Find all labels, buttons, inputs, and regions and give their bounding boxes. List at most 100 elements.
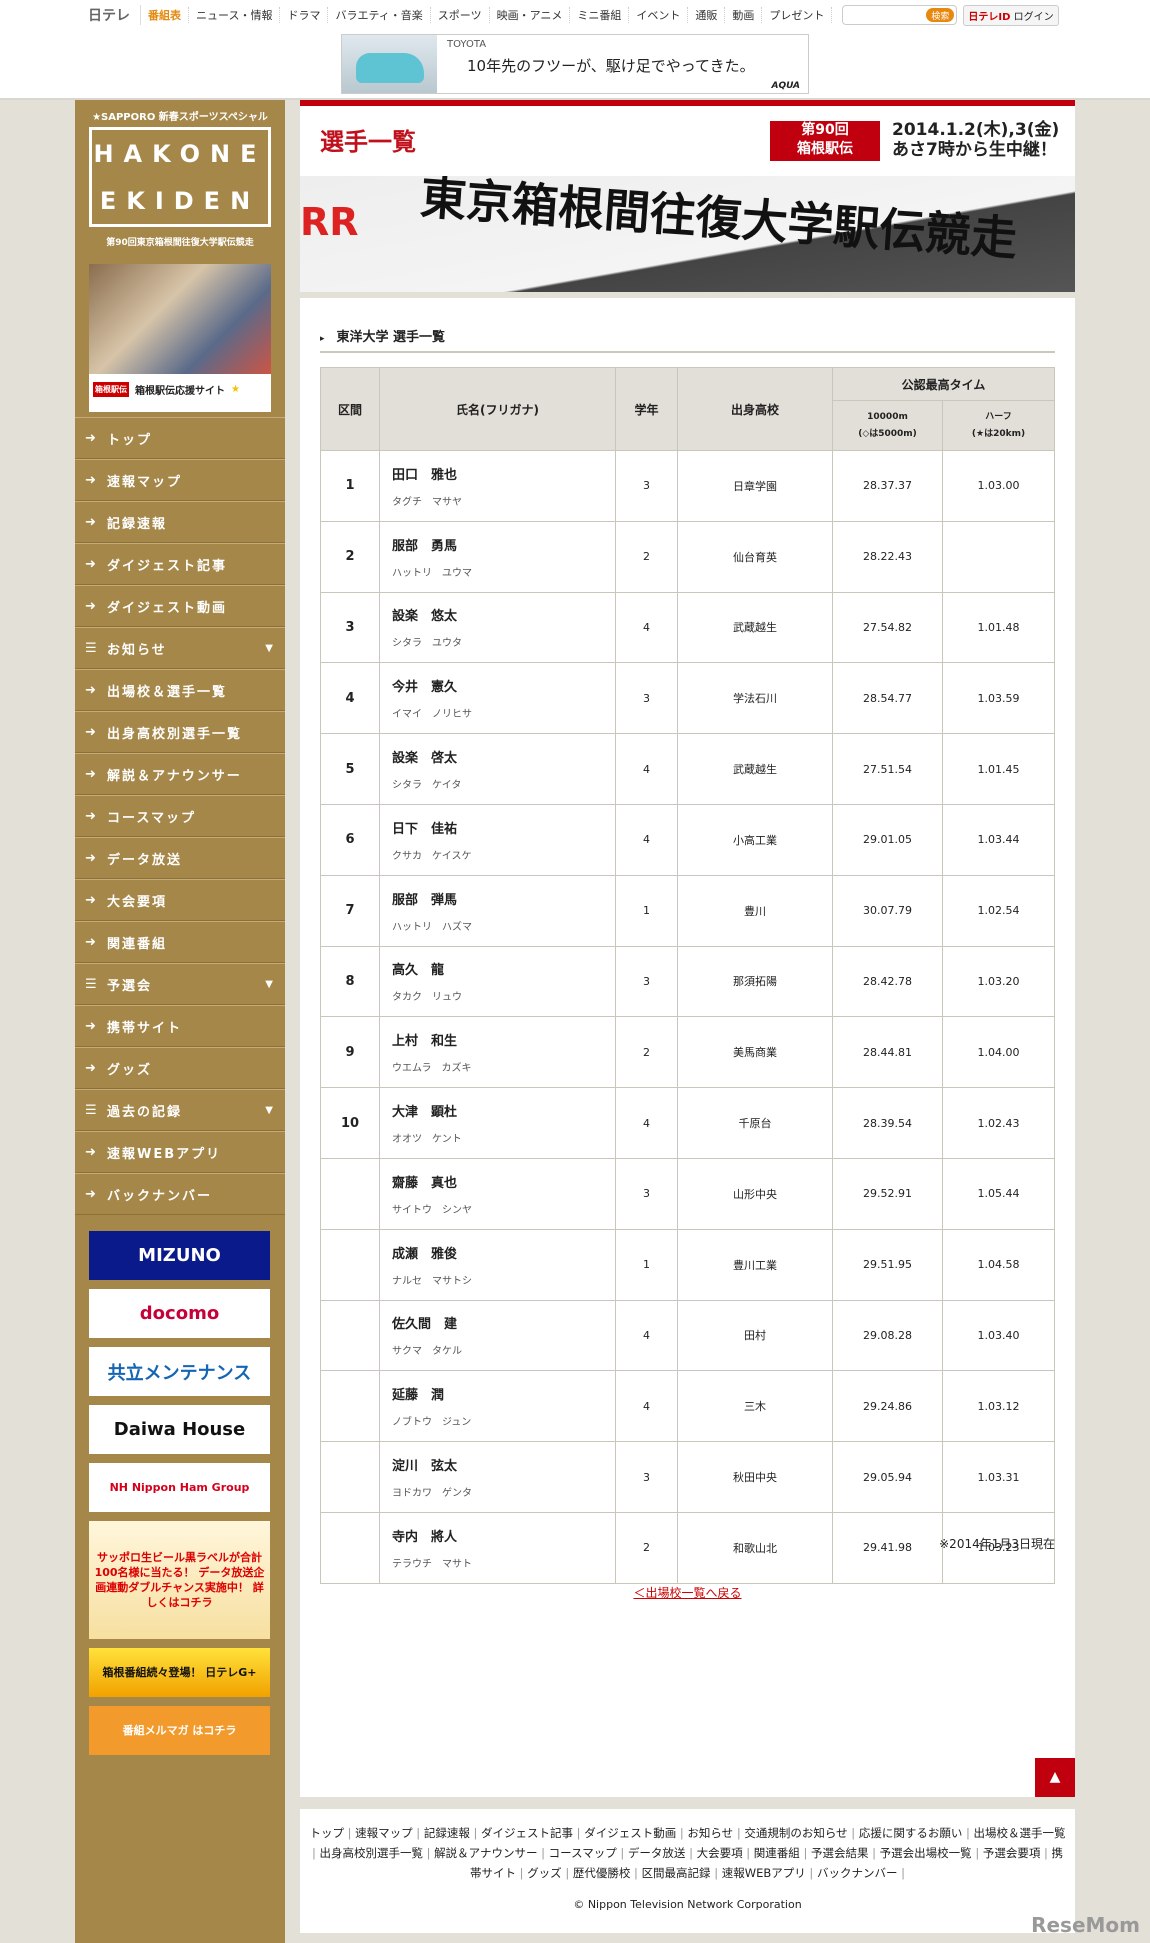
sidebar-item[interactable]: ➜ 関連番組: [75, 921, 285, 963]
sidebar-item[interactable]: ➜ 出場校＆選手一覧: [75, 669, 285, 711]
scroll-to-top-button[interactable]: ▲: [1035, 1758, 1075, 1797]
hakone-ekiden-logo[interactable]: ★SAPPORO 新春スポーツスペシャル HAKONE EKIDEN 第90回東京…: [89, 108, 271, 248]
sidebar-item[interactable]: ➜ ダイジェスト動画: [75, 585, 285, 627]
sidebar-nav: ➜ トップ ➜ 速報マップ ➜ 記録速報 ➜ ダイジェスト記事 ➜ ダイジェスト動画 ☰ お知らせ ▼ ➜…: [75, 417, 285, 1215]
topnav-item[interactable]: プレゼント: [762, 7, 833, 23]
sidebar-item[interactable]: ➜ 記録速報: [75, 501, 285, 543]
school-cell: 三木: [677, 1370, 833, 1443]
footer-link[interactable]: 解説＆アナウンサー: [434, 1846, 548, 1860]
footer-link[interactable]: 応援に関するお願い: [859, 1826, 974, 1840]
sidebar-item[interactable]: ➜ 出身高校別選手一覧: [75, 711, 285, 753]
chevron-down-icon[interactable]: ▼: [265, 979, 275, 990]
footer-link[interactable]: トップ: [309, 1826, 355, 1840]
page-header: 選手一覧 第90回 箱根駅伝 2014.1.2(木),3(金) あさ7時から生中継！: [300, 106, 1075, 176]
footer-link[interactable]: 予選会出場校一覧: [880, 1846, 983, 1860]
list-icon: ☰: [85, 1102, 99, 1118]
sidebar-item[interactable]: ➜ コースマップ: [75, 795, 285, 837]
footer-link[interactable]: 区間最高記録: [642, 1866, 722, 1880]
sponsor-ad[interactable]: サッポロ生ビール黒ラベルが合計100名様に当たる！ データ放送企画連動ダブルチャ…: [89, 1521, 270, 1639]
sponsor-ad[interactable]: docomo: [89, 1289, 270, 1338]
arrow-right-icon: ➜: [85, 1018, 98, 1034]
footer-link[interactable]: 歴代優勝校: [573, 1866, 642, 1880]
footer-link[interactable]: 記録速報: [424, 1826, 481, 1840]
sponsor-ad[interactable]: MIZUNO: [89, 1231, 270, 1280]
banner-logo: RR: [300, 200, 359, 244]
ad-brand: TOYOTA: [447, 39, 487, 50]
sponsor-ad[interactable]: NH Nippon Ham Group: [89, 1463, 270, 1512]
chevron-down-icon[interactable]: ▼: [265, 1105, 275, 1116]
topnav-item[interactable]: 通販: [688, 7, 726, 23]
sidebar-item[interactable]: ➜ バックナンバー: [75, 1173, 285, 1215]
sidebar-item[interactable]: ☰ お知らせ ▼: [75, 627, 285, 669]
topnav-item[interactable]: ミニ番組: [570, 7, 630, 23]
topnav-item[interactable]: 番組表: [141, 7, 189, 23]
footer-link[interactable]: 交通規制のお知らせ: [744, 1826, 858, 1840]
player-name-cell: 延藤 潤ノブトウ ジュン: [379, 1370, 616, 1443]
player-name: 服部 弾馬: [392, 892, 458, 908]
footer-link[interactable]: ダイジェスト動画: [584, 1826, 687, 1840]
logo-ekiden: EKIDEN: [99, 186, 261, 215]
support-site-banner[interactable]: 箱根駅伝 箱根駅伝応援サイト ★: [89, 264, 271, 412]
sponsor-ad[interactable]: 番組メルマガ はコチラ: [89, 1706, 270, 1755]
footer-link[interactable]: コースマップ: [549, 1846, 628, 1860]
footer-link[interactable]: 予選会結果: [811, 1846, 880, 1860]
sidebar-item[interactable]: ➜ グッズ: [75, 1047, 285, 1089]
footer-link[interactable]: お知らせ: [687, 1826, 744, 1840]
login-button[interactable]: 日テレID ログイン: [963, 4, 1059, 26]
back-to-school-list-link[interactable]: ＜出場校一覧へ戻る: [300, 1584, 1075, 1601]
search-button[interactable]: 検索: [926, 8, 955, 22]
topnav-item[interactable]: バラエティ・音楽: [328, 7, 431, 23]
player-name: 田口 雅也: [392, 467, 458, 483]
banner-caption: 箱根駅伝応援サイト: [135, 386, 225, 397]
sidebar-item[interactable]: ➜ トップ: [75, 417, 285, 459]
footer-link[interactable]: 予選会要項: [983, 1846, 1052, 1860]
sidebar-item[interactable]: ➜ データ放送: [75, 837, 285, 879]
footer-link[interactable]: 速報マップ: [355, 1826, 424, 1840]
sidebar-item[interactable]: ➜ 解説＆アナウンサー: [75, 753, 285, 795]
footer-link[interactable]: 速報WEBアプリ: [722, 1866, 817, 1880]
sponsor-ad[interactable]: 箱根番組続々登場！ 日テレG+: [89, 1648, 270, 1697]
t10000-cell: 28.37.37: [832, 450, 943, 522]
topnav-item[interactable]: ニュース・情報: [189, 7, 281, 23]
topnav-item[interactable]: 動画: [725, 7, 763, 23]
section-number: [320, 1370, 380, 1443]
chevron-down-icon[interactable]: ▼: [265, 643, 275, 654]
topnav-item[interactable]: ドラマ: [280, 7, 329, 23]
sidebar-item-label: 過去の記録: [107, 1104, 183, 1120]
ntv-logo[interactable]: 日テレ: [88, 5, 141, 25]
footer-link[interactable]: 大会要項: [697, 1846, 754, 1860]
sidebar-item[interactable]: ➜ 携帯サイト: [75, 1005, 285, 1047]
search-input[interactable]: 検索: [842, 5, 958, 25]
footer-link[interactable]: バックナンバー: [817, 1866, 905, 1880]
half-cell: 1.03.44: [942, 803, 1055, 876]
table-row: 3 設楽 悠太 シタラ ユウタ 4 武蔵越生 27.54.82 1.01.48: [320, 591, 1055, 664]
section-number: 7: [320, 874, 380, 947]
sidebar-item[interactable]: ➜ 速報WEBアプリ: [75, 1131, 285, 1173]
footer-link[interactable]: データ放送: [628, 1846, 697, 1860]
player-furigana: ノブトウ ジュン: [392, 1417, 472, 1429]
sidebar-item[interactable]: ☰ 過去の記録 ▼: [75, 1089, 285, 1131]
grade-cell: 2: [615, 1016, 678, 1089]
col-school: 出身高校: [677, 367, 833, 451]
sidebar-item[interactable]: ☰ 予選会 ▼: [75, 963, 285, 1005]
footer-link[interactable]: グッズ: [527, 1866, 573, 1880]
sponsor-ad[interactable]: Daiwa House: [89, 1405, 270, 1454]
edition-badge: 第90回 箱根駅伝: [770, 121, 880, 161]
footer-link[interactable]: 出身高校別選手一覧: [319, 1846, 434, 1860]
school-cell: 美馬商業: [677, 1016, 833, 1089]
arrow-right-icon: ➜: [85, 682, 98, 698]
topnav-item[interactable]: 映画・アニメ: [490, 7, 571, 23]
star-icon: ★: [231, 384, 240, 395]
player-name-cell: 設楽 啓太 シタラ ケイタ: [379, 733, 616, 805]
footer-link[interactable]: 関連番組: [754, 1846, 811, 1860]
sidebar-item[interactable]: ➜ 大会要項: [75, 879, 285, 921]
topnav-item[interactable]: イベント: [629, 7, 689, 23]
sidebar-item[interactable]: ➜ 速報マップ: [75, 459, 285, 501]
sponsor-ad[interactable]: 共立メンテナンス: [89, 1347, 270, 1396]
sidebar-item-label: 出場校＆選手一覧: [107, 684, 228, 700]
car-image: [342, 35, 437, 93]
sidebar-item[interactable]: ➜ ダイジェスト記事: [75, 543, 285, 585]
footer-link[interactable]: ダイジェスト記事: [481, 1826, 584, 1840]
topnav-item[interactable]: スポーツ: [431, 7, 490, 23]
toyota-ad-banner[interactable]: TOYOTA 10年先のフツーが、駆け足でやってきた。 AQUA: [341, 34, 809, 94]
